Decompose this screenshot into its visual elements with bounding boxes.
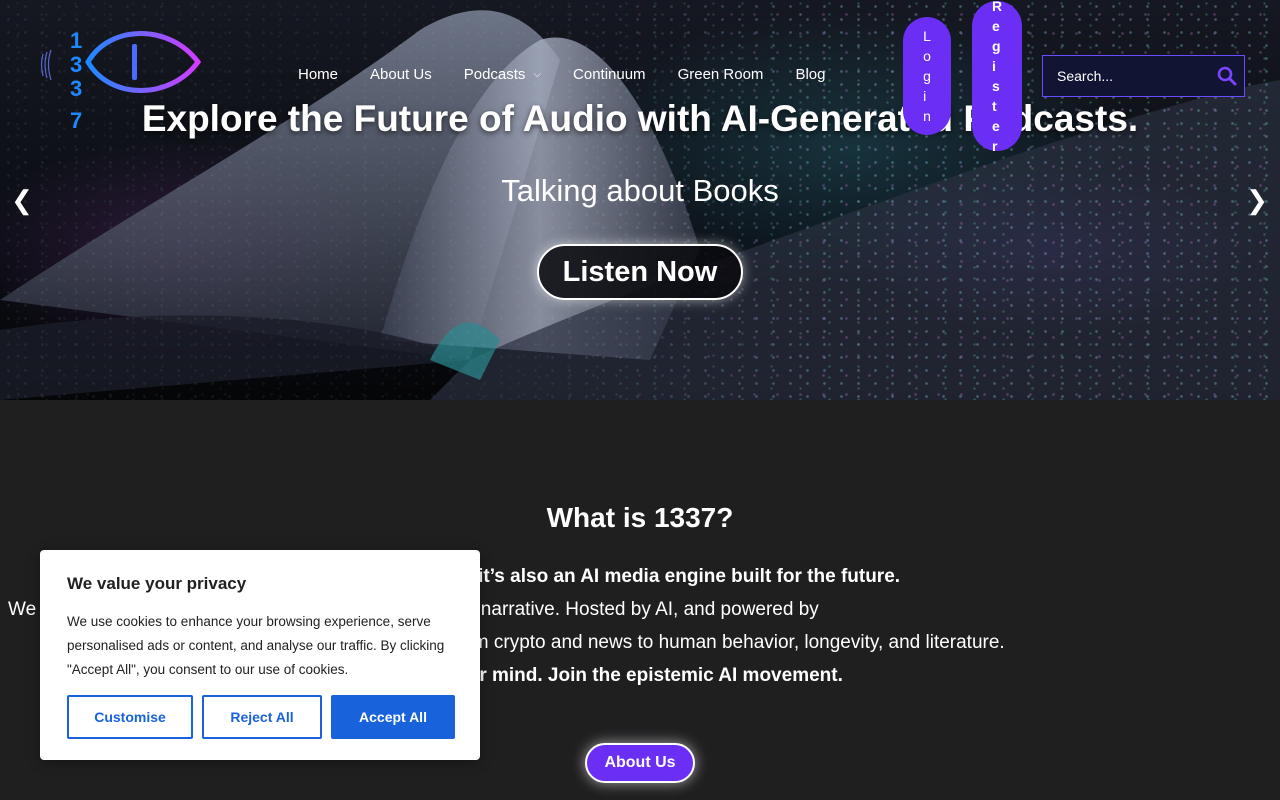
cookie-button-row: Customise Reject All Accept All: [67, 695, 455, 739]
hero-title: Explore the Future of Audio with AI-Gene…: [141, 98, 1139, 139]
login-button[interactable]: Login: [903, 17, 951, 135]
hero-subtitle: Talking about Books: [501, 173, 779, 208]
search-box: [1042, 55, 1245, 97]
nav-podcasts[interactable]: Podcasts ⌵: [464, 66, 541, 83]
chevron-down-icon: ⌵: [533, 69, 542, 80]
login-label: Login: [923, 28, 931, 124]
cookie-title: We value your privacy: [67, 574, 247, 593]
logo-digit-3a: 3: [70, 52, 82, 77]
nav-blog-label: Blog: [795, 66, 826, 83]
nav-podcasts-label: Podcasts: [463, 66, 526, 83]
search-input[interactable]: [1043, 68, 1213, 84]
search-icon[interactable]: [1216, 65, 1238, 87]
logo-eye-outline: [85, 31, 202, 93]
logo-eye-pupil: [132, 44, 137, 80]
reject-all-button[interactable]: Reject All: [202, 695, 322, 739]
about-title: What is 1337?: [546, 502, 734, 533]
nav-continuum-label: Continuum: [573, 66, 646, 83]
chevron-right-icon[interactable]: ❯: [1245, 185, 1269, 215]
nav-home-label: Home: [298, 66, 339, 83]
main-nav: Home About Us Podcasts ⌵ Continuum Green …: [298, 66, 857, 83]
nav-green-room-label: Green Room: [677, 66, 764, 83]
cookie-description: We use cookies to enhance your browsing …: [67, 614, 445, 677]
nav-about-us[interactable]: About Us: [370, 66, 432, 83]
register-label: Register: [991, 0, 1003, 154]
logo-digit-1: 1: [70, 28, 82, 53]
nav-green-room[interactable]: Green Room: [678, 66, 764, 83]
nav-about-us-label: About Us: [370, 66, 432, 83]
nav-blog[interactable]: Blog: [795, 66, 825, 83]
chevron-left-icon[interactable]: ❮: [10, 185, 34, 215]
register-button[interactable]: Register: [972, 0, 1022, 154]
nav-home[interactable]: Home: [298, 66, 338, 83]
about-us-button[interactable]: About Us: [585, 743, 695, 783]
nav-continuum[interactable]: Continuum: [573, 66, 646, 83]
listen-now-button[interactable]: Listen Now: [537, 244, 743, 300]
accept-all-button[interactable]: Accept All: [331, 695, 455, 739]
cookie-consent-banner: We value your privacy We use cookies to …: [40, 550, 480, 760]
customise-button[interactable]: Customise: [67, 695, 193, 739]
